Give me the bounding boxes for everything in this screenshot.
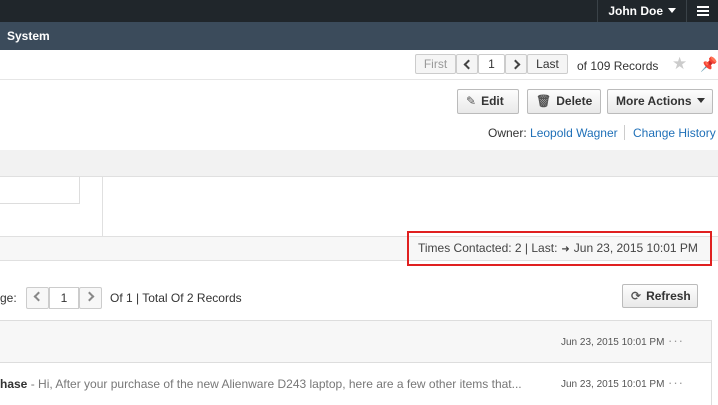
delete-label: Delete <box>556 94 593 108</box>
owner-link[interactable]: Leopold Wagner <box>530 126 618 140</box>
change-history-link[interactable]: Change History <box>633 126 716 140</box>
trash-icon: 🗑 <box>536 94 552 108</box>
nav-item-system[interactable]: System <box>7 22 50 50</box>
activity-time: Jun 23, 2015 10:01 PM <box>561 337 665 348</box>
last-contact-date: Jun 23, 2015 10:01 PM <box>573 241 698 255</box>
chevron-right-icon <box>510 59 520 70</box>
list-item[interactable]: Jun 23, 2015 10:01 PM ··· <box>0 321 711 363</box>
record-pager: First 1 Last of 109 Records ★ 📌 <box>0 50 718 80</box>
divider <box>102 177 103 236</box>
activity-pager: ge: 1 Of 1 | Total Of 2 Records <box>0 284 718 310</box>
divider <box>624 125 625 140</box>
hamburger-icon[interactable] <box>686 0 718 22</box>
refresh-button[interactable]: ⟳ Refresh <box>622 284 698 308</box>
chevron-right-icon <box>84 291 95 302</box>
star-icon[interactable]: ★ <box>672 55 687 73</box>
top-bar: John Doe <box>0 0 718 22</box>
owner-label: Owner: <box>488 126 527 140</box>
refresh-label: Refresh <box>646 289 691 303</box>
delete-button[interactable]: 🗑 Delete <box>527 89 601 114</box>
page-input[interactable]: 1 <box>49 287 79 309</box>
caret-down-icon <box>696 98 705 103</box>
next-page-button[interactable] <box>79 287 102 309</box>
user-name: John Doe <box>608 4 663 18</box>
edit-label: Edit <box>481 94 504 108</box>
more-icon[interactable]: ··· <box>668 333 684 348</box>
caret-down-icon <box>668 8 676 13</box>
edit-button[interactable]: ✎ Edit <box>457 89 519 114</box>
chevron-left-icon <box>463 59 473 70</box>
activity-preview: - Hi, After your purchase of the new Ali… <box>27 377 522 391</box>
refresh-icon: ⟳ <box>631 289 642 303</box>
section-header <box>0 150 718 177</box>
activity-subject: hase - Hi, After your purchase of the ne… <box>0 377 522 391</box>
field-box <box>0 177 80 204</box>
times-contacted: Times Contacted: 2 | Last: ➜ Jun 23, 2015 … <box>407 231 712 266</box>
more-actions-button[interactable]: More Actions <box>607 89 713 114</box>
activity-title: hase <box>0 377 28 391</box>
chevron-left-icon <box>33 291 44 302</box>
list-item[interactable]: hase - Hi, After your purchase of the ne… <box>0 363 711 405</box>
activity-list: Jun 23, 2015 10:01 PM ··· hase - Hi, Aft… <box>0 320 712 405</box>
record-count: of 109 Records <box>577 59 659 73</box>
more-icon[interactable]: ··· <box>668 375 684 390</box>
last-button[interactable]: Last <box>527 54 568 74</box>
prev-page-button[interactable] <box>26 287 49 309</box>
owner-info: Owner: Leopold Wagner <box>488 126 618 140</box>
page-number[interactable]: 1 <box>478 54 505 74</box>
user-menu[interactable]: John Doe <box>597 0 686 22</box>
records-summary: Of 1 | Total Of 2 Records <box>110 291 242 305</box>
page-label: ge: <box>0 291 17 305</box>
prev-button[interactable] <box>456 54 478 74</box>
nav-bar: System <box>0 22 718 50</box>
times-contacted-label: Times Contacted: 2 | Last: <box>418 241 558 255</box>
next-button[interactable] <box>505 54 527 74</box>
more-actions-label: More Actions <box>616 94 692 108</box>
pin-icon[interactable]: 📌 <box>700 55 717 73</box>
record-actions: ✎ Edit 🗑 Delete More Actions Owner: Leopol… <box>0 80 718 150</box>
first-button[interactable]: First <box>415 54 456 74</box>
edit-icon: ✎ <box>466 94 477 108</box>
sign-out-icon: ➜ <box>561 244 570 255</box>
activity-time: Jun 23, 2015 10:01 PM <box>561 379 665 390</box>
